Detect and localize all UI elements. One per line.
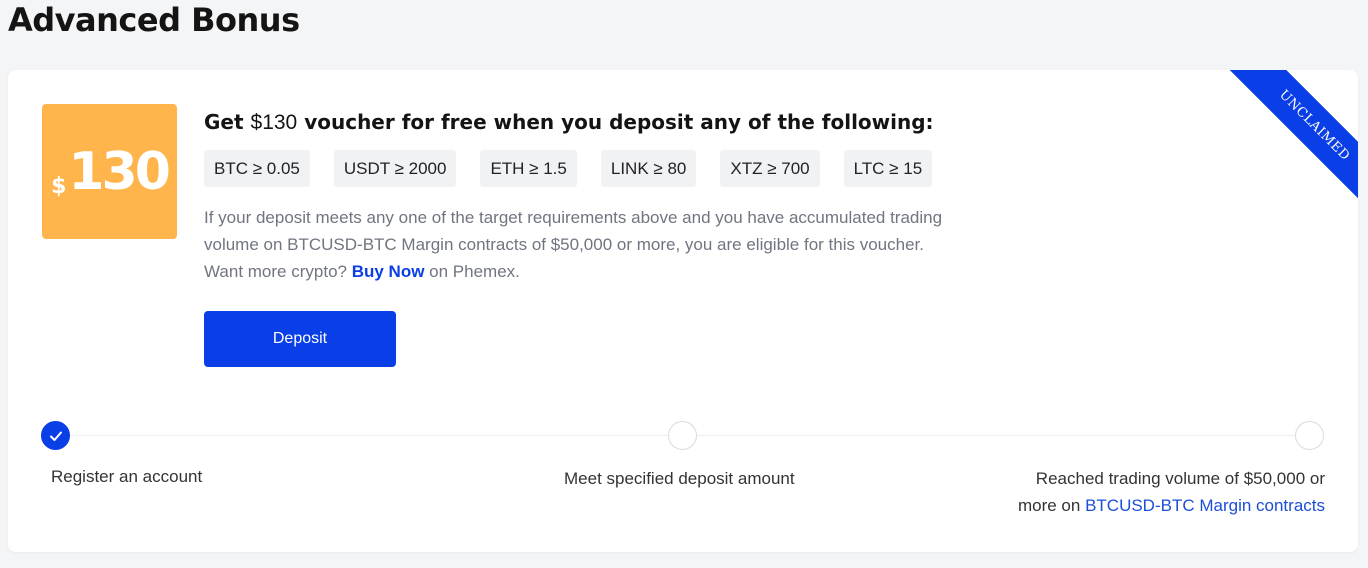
voucher-currency: $ [51, 174, 67, 199]
requirement-chip: BTC ≥ 0.05 [204, 150, 310, 187]
headline-amount: $130 [250, 111, 298, 134]
buy-now-link[interactable]: Buy Now [352, 262, 425, 281]
step-2-label: Meet specified deposit amount [564, 469, 795, 488]
requirement-chip: ETH ≥ 1.5 [480, 150, 577, 187]
step-1-label: Register an account [51, 467, 203, 486]
headline-suffix: voucher for free when you deposit any of… [297, 110, 934, 134]
status-ribbon: UNCLAIMED [1218, 70, 1358, 210]
description-text: If your deposit meets any one of the tar… [204, 208, 943, 281]
voucher-amount: 130 [68, 141, 171, 202]
step-3-label: Reached trading volume of $50,000 or mor… [1018, 465, 1325, 519]
step-3-indicator [1295, 421, 1324, 450]
voucher-headline: Get $130 voucher for free when you depos… [204, 110, 934, 135]
requirement-chip: XTZ ≥ 700 [720, 150, 820, 187]
step-2-indicator [668, 421, 697, 450]
voucher-badge: $ 130 [42, 104, 177, 239]
requirement-chip: LINK ≥ 80 [600, 150, 697, 187]
margin-contracts-link[interactable]: BTCUSD-BTC Margin contracts [1085, 496, 1325, 515]
step-1-indicator [41, 421, 70, 450]
requirement-chip: USDT ≥ 2000 [333, 150, 457, 187]
eligibility-description: If your deposit meets any one of the tar… [204, 204, 964, 285]
bonus-card: UNCLAIMED $ 130 Get $130 voucher for fre… [8, 70, 1358, 552]
step-3-label-line1: Reached trading volume of $50,000 or [1035, 469, 1325, 488]
requirement-chip: LTC ≥ 15 [843, 150, 933, 187]
page-title: Advanced Bonus [8, 1, 300, 39]
status-badge: UNCLAIMED [1222, 70, 1358, 210]
requirement-list: BTC ≥ 0.05 USDT ≥ 2000 ETH ≥ 1.5 LINK ≥ … [204, 150, 933, 187]
deposit-button[interactable]: Deposit [204, 311, 396, 367]
headline-prefix: Get [204, 110, 251, 134]
check-icon [49, 431, 62, 441]
step-3-label-line2: more on BTCUSD-BTC Margin contracts [1018, 492, 1325, 519]
description-suffix: on Phemex. [424, 262, 520, 281]
step-3-label-prefix: more on [1017, 496, 1086, 515]
